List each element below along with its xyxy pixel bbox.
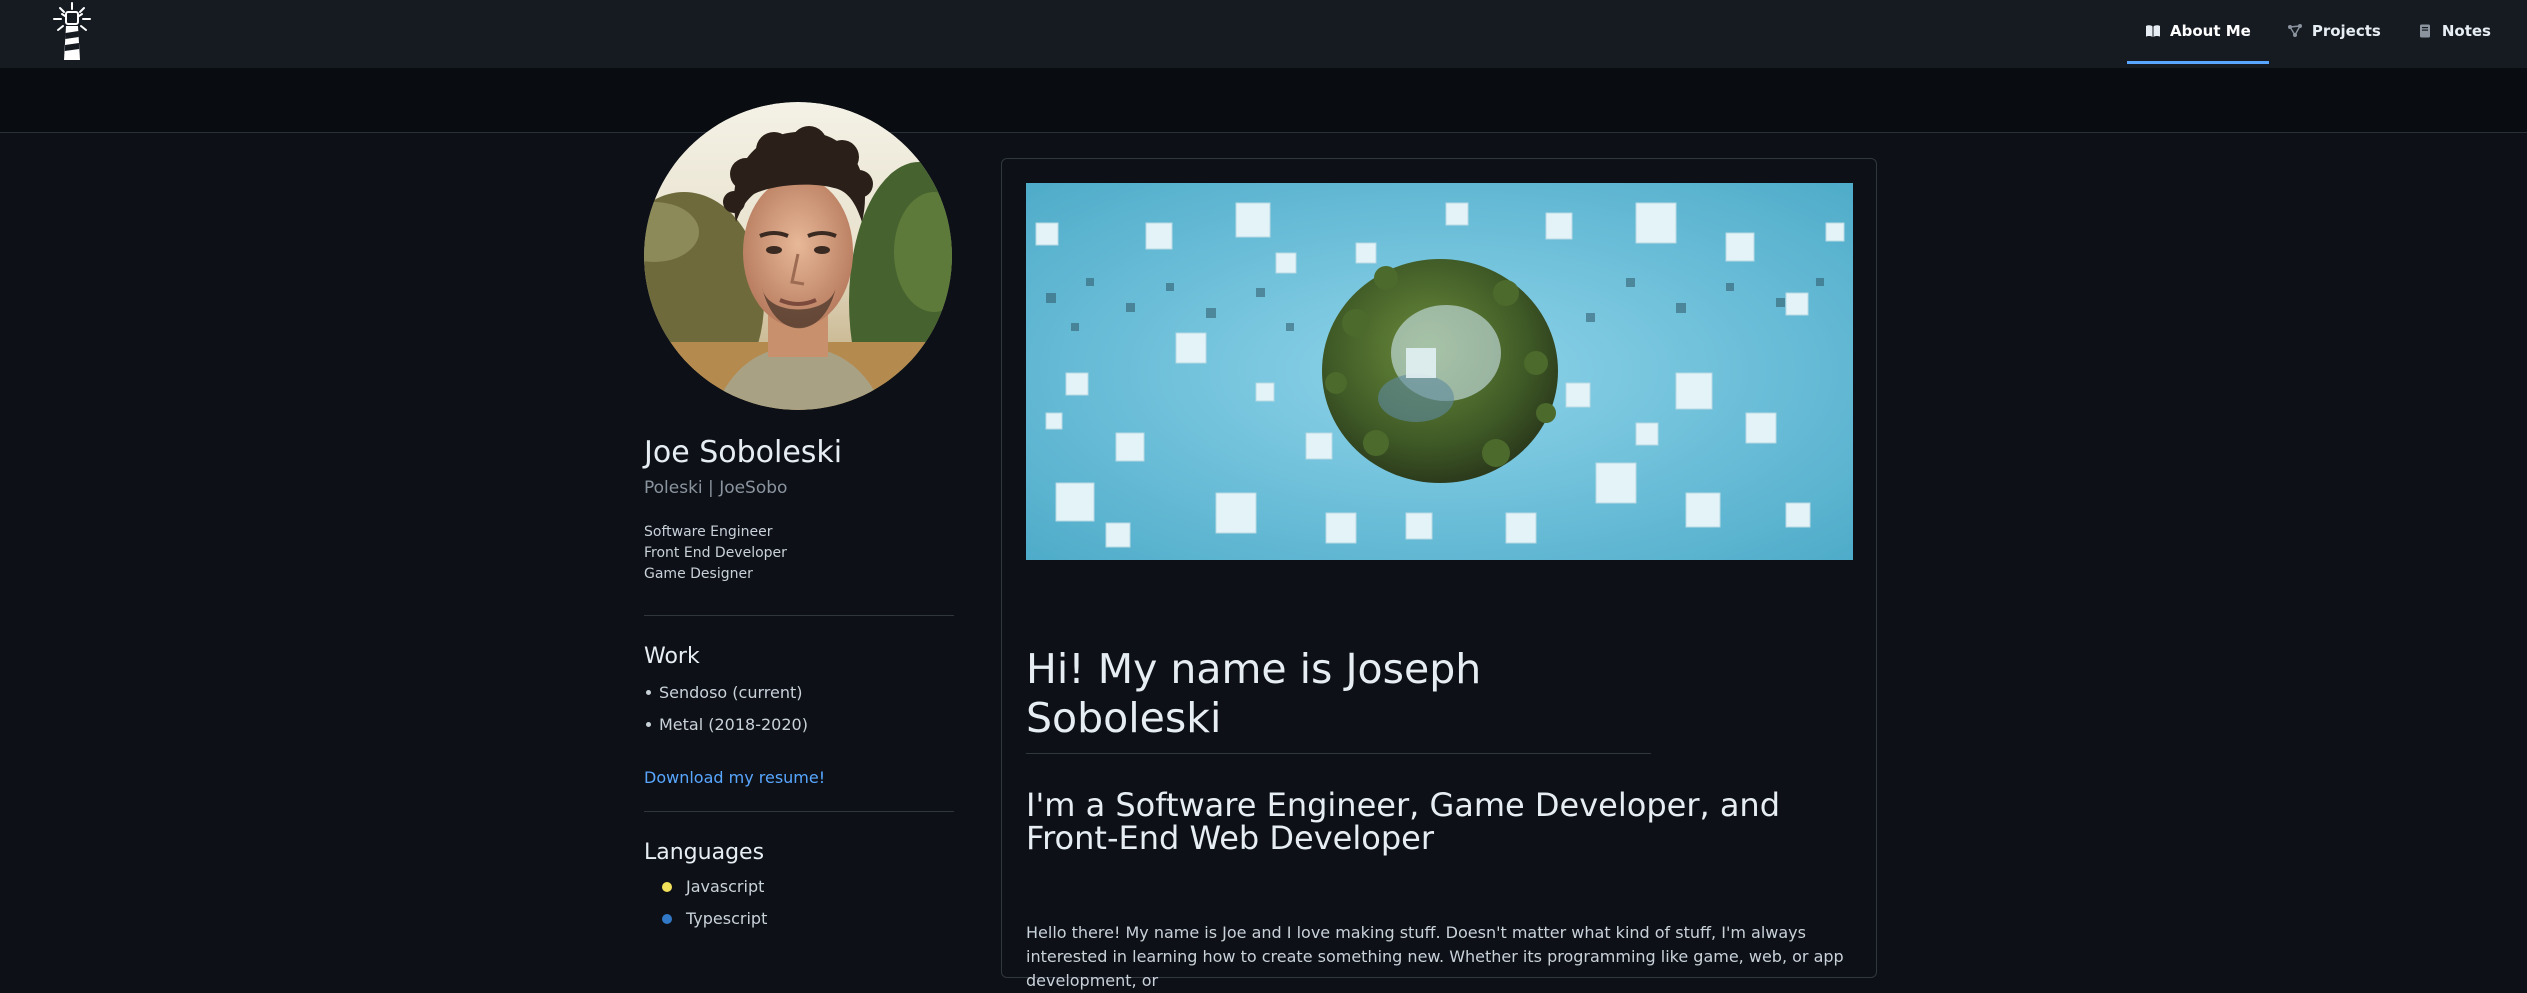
hero-banner-image [1026, 183, 1853, 560]
avatar [644, 102, 952, 410]
profile-sidebar: Joe Soboleski Poleski | JoeSobo Software… [644, 102, 954, 935]
divider [644, 614, 954, 616]
nav-label: About Me [2170, 21, 2251, 40]
nav-label: Projects [2311, 21, 2381, 40]
role-item: Software Engineer [644, 523, 773, 540]
top-header: About Me Projects Notes [0, 0, 2527, 68]
page-heading: Hi! My name is Joseph Soboleski [1026, 645, 1651, 755]
bullet [646, 722, 651, 727]
profile-nickname: Poleski | JoeSobo [644, 477, 788, 498]
language-item: Typescript [644, 903, 954, 935]
work-item: Sendoso (current) [644, 677, 954, 709]
lighthouse-icon[interactable] [50, 0, 94, 62]
work-title: Work [644, 643, 700, 669]
nav-notes[interactable]: Notes [2399, 0, 2495, 64]
profile-name: Joe Soboleski [644, 435, 843, 470]
readme-card: Hi! My name is Joseph Soboleski I'm a So… [1001, 158, 1877, 990]
book-icon [2146, 24, 2161, 37]
work-item: Metal (2018-2020) [644, 709, 954, 741]
work-list: Sendoso (current) Metal (2018-2020) [644, 677, 954, 741]
page-subheading: I'm a Software Engineer, Game Developer,… [1026, 786, 1781, 857]
language-color-dot [662, 881, 672, 892]
graph-icon [2287, 23, 2302, 37]
intro-paragraph: Hello there! My name is Joe and I love m… [1026, 923, 1844, 990]
download-resume-link[interactable]: Download my resume! [644, 768, 825, 787]
role-item: Game Designer [644, 565, 753, 582]
divider [644, 810, 954, 812]
role-item: Front End Developer [644, 544, 787, 561]
nav-projects[interactable]: Projects [2269, 0, 2399, 64]
language-item: Javascript [644, 871, 954, 903]
languages-list: Javascript Typescript [644, 871, 954, 935]
nav-label: Notes [2441, 21, 2491, 40]
language-name: Typescript [686, 908, 768, 928]
language-name: Javascript [686, 876, 765, 896]
nav-about-me[interactable]: About Me [2127, 0, 2269, 64]
language-color-dot [662, 913, 672, 924]
work-item-label: Metal (2018-2020) [659, 714, 808, 734]
notebook-icon [2419, 24, 2430, 37]
main-nav: About Me Projects Notes [2127, 0, 2495, 68]
bullet [646, 690, 651, 695]
languages-title: Languages [644, 839, 765, 865]
work-item-label: Sendoso (current) [659, 682, 803, 702]
sub-header-band [0, 68, 2527, 133]
profile-roles: Software Engineer Front End Developer Ga… [644, 522, 954, 585]
